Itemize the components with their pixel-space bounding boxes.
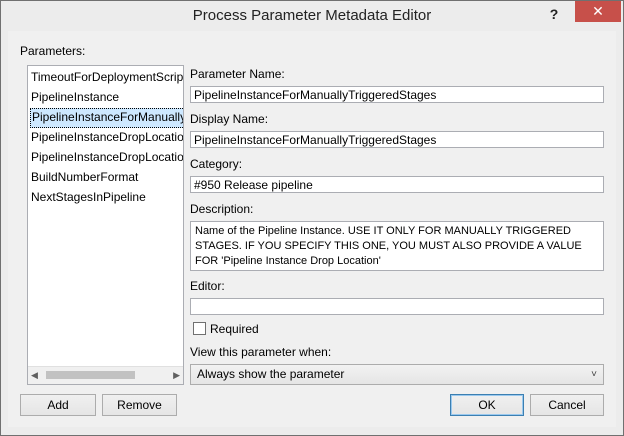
description-textarea[interactable]: Name of the Pipeline Instance. USE IT ON… xyxy=(190,221,604,271)
description-label: Description: xyxy=(190,202,254,216)
close-button[interactable]: ✕ xyxy=(575,1,621,22)
chevron-down-icon: ˅ xyxy=(591,369,597,380)
editor-input[interactable] xyxy=(190,298,604,315)
display-name-input[interactable]: PipelineInstanceForManuallyTriggeredStag… xyxy=(190,131,604,148)
required-checkbox[interactable] xyxy=(193,322,206,335)
horizontal-scrollbar[interactable]: ◀ ▶ xyxy=(28,366,183,384)
list-item[interactable]: BuildNumberFormat xyxy=(31,168,138,186)
ok-button[interactable]: OK xyxy=(450,394,524,416)
window-title: Process Parameter Metadata Editor xyxy=(192,7,432,24)
required-label[interactable]: Required xyxy=(210,322,259,336)
remove-button[interactable]: Remove xyxy=(102,394,177,416)
title-bar[interactable]: Process Parameter Metadata Editor ? ✕ xyxy=(1,1,623,31)
list-item[interactable]: PipelineInstanceDropLocation xyxy=(31,148,183,166)
view-when-value: Always show the parameter xyxy=(197,367,345,381)
category-label: Category: xyxy=(190,157,243,171)
scroll-right-icon[interactable]: ▶ xyxy=(173,370,180,381)
dialog-body: Parameters: TimeoutForDeploymentScript P… xyxy=(8,31,616,427)
category-input[interactable]: #950 Release pipeline xyxy=(190,176,604,193)
list-item[interactable]: TimeoutForDeploymentScript xyxy=(31,68,183,86)
list-item[interactable]: PipelineInstanceDropLocation xyxy=(31,128,183,146)
scroll-left-icon[interactable]: ◀ xyxy=(31,370,38,381)
view-when-label: View this parameter when: xyxy=(190,345,332,359)
parameters-list[interactable]: TimeoutForDeploymentScript PipelineInsta… xyxy=(27,65,184,385)
view-when-dropdown[interactable]: Always show the parameter ˅ xyxy=(190,364,604,385)
help-button[interactable]: ? xyxy=(541,3,567,25)
dialog-window: Process Parameter Metadata Editor ? ✕ Pa… xyxy=(0,0,624,436)
editor-label: Editor: xyxy=(190,279,225,293)
parameter-name-input[interactable]: PipelineInstanceForManuallyTriggeredStag… xyxy=(190,86,604,103)
parameters-label: Parameters: xyxy=(20,44,86,58)
add-button[interactable]: Add xyxy=(20,394,96,416)
scrollbar-thumb[interactable] xyxy=(46,371,135,379)
list-item[interactable]: NextStagesInPipeline xyxy=(31,188,146,206)
list-item[interactable]: PipelineInstance xyxy=(31,88,119,106)
display-name-label: Display Name: xyxy=(190,112,269,126)
list-item-selected[interactable]: PipelineInstanceForManuallyTriggeredStag… xyxy=(30,108,183,128)
cancel-button[interactable]: Cancel xyxy=(530,394,604,416)
parameter-name-label: Parameter Name: xyxy=(190,67,285,81)
